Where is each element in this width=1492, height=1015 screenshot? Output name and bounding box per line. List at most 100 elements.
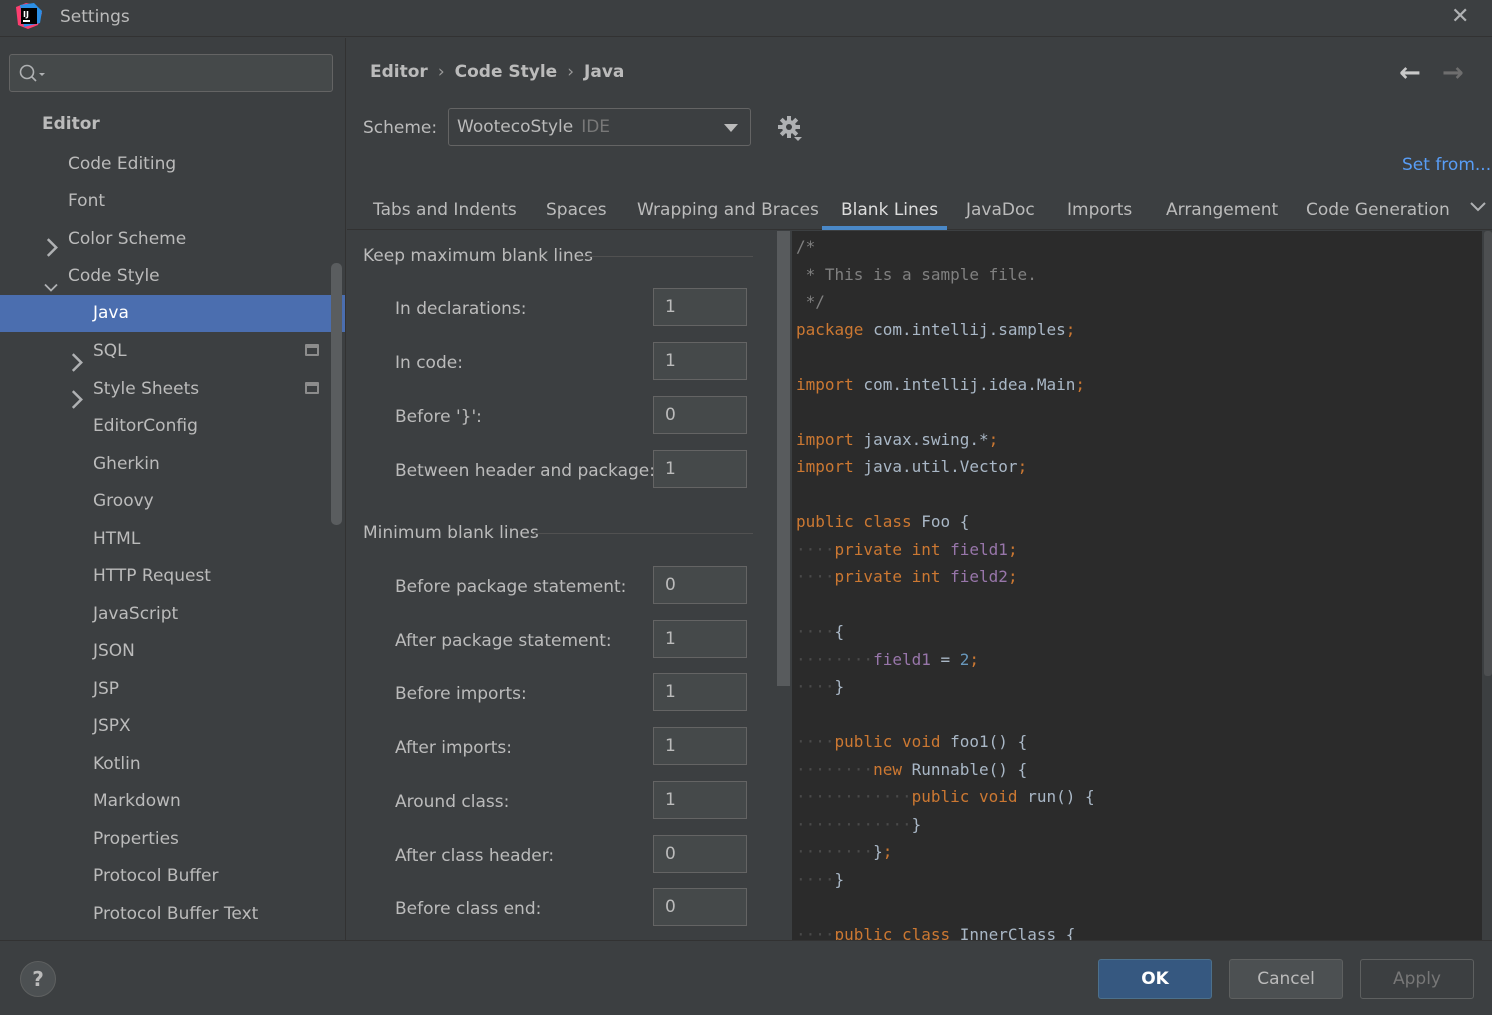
- code-token: import: [796, 457, 854, 476]
- settings-content: Editor › Code Style › Java ← → Scheme: Woote…: [347, 38, 1492, 940]
- sidebar-item-style-sheets[interactable]: Style Sheets: [93, 371, 199, 408]
- blank-lines-form: Keep maximum blank lines In declarations…: [347, 231, 777, 940]
- sidebar-item-sql[interactable]: SQL: [93, 333, 127, 370]
- code-line: * This is a sample file.: [796, 261, 1037, 288]
- before-imports-input[interactable]: 1: [653, 673, 747, 711]
- code-token: 2: [959, 649, 970, 669]
- breadcrumb-editor[interactable]: Editor: [370, 62, 428, 82]
- after-package-input[interactable]: 1: [653, 620, 747, 658]
- field-label: Around class:: [395, 792, 510, 812]
- chevron-right-icon[interactable]: [70, 344, 84, 381]
- settings-sidebar: Editor Code Editing Font Color Scheme Co…: [0, 38, 346, 940]
- set-from-link[interactable]: Set from...: [1402, 155, 1491, 175]
- sidebar-item-json[interactable]: JSON: [93, 633, 135, 670]
- tab-arrangement[interactable]: Arrangement: [1166, 200, 1278, 230]
- code-token: public class: [834, 924, 951, 941]
- after-class-header-input[interactable]: 0: [653, 835, 747, 873]
- tab-tabs-and-indents[interactable]: Tabs and Indents: [373, 200, 517, 230]
- in-code-input[interactable]: 1: [653, 342, 747, 380]
- code-token: ····: [796, 677, 835, 696]
- ok-button[interactable]: OK: [1098, 959, 1212, 999]
- dropdown-caret-icon: [724, 124, 738, 132]
- forward-arrow-icon[interactable]: →: [1442, 58, 1464, 88]
- sidebar-item-protocol-buffer-text[interactable]: Protocol Buffer Text: [93, 896, 258, 933]
- sidebar-item-kotlin[interactable]: Kotlin: [93, 746, 141, 783]
- field-label: Before imports:: [395, 684, 527, 704]
- code-token: com.intellij.idea.Main: [853, 374, 1076, 394]
- code-token: ;: [969, 649, 980, 669]
- gear-icon[interactable]: [777, 115, 803, 143]
- sidebar-item-java[interactable]: Java: [0, 295, 345, 332]
- before-brace-input[interactable]: 0: [653, 396, 747, 434]
- tab-javadoc[interactable]: JavaDoc: [966, 200, 1035, 230]
- search-input[interactable]: [9, 54, 333, 92]
- code-token: /*: [796, 237, 816, 256]
- apply-button[interactable]: Apply: [1360, 959, 1474, 999]
- code-token: ····: [796, 622, 835, 641]
- form-scrollbar[interactable]: [777, 231, 790, 686]
- code-token: com.intellij.samples: [863, 319, 1066, 339]
- code-line: ········};: [796, 838, 892, 865]
- code-line: public class Foo {: [796, 508, 969, 535]
- around-class-input[interactable]: 1: [653, 781, 747, 819]
- title-bar: IJ Settings ✕: [0, 0, 1492, 37]
- sidebar-item-jspx[interactable]: JSPX: [93, 708, 131, 745]
- before-class-end-input[interactable]: 0: [653, 888, 747, 926]
- in-declarations-input[interactable]: 1: [653, 288, 747, 326]
- sidebar-item-code-style[interactable]: Code Style: [68, 258, 160, 295]
- code-token: ····: [796, 869, 835, 889]
- sidebar-item-gherkin[interactable]: Gherkin: [93, 446, 160, 483]
- code-token: }: [873, 842, 883, 861]
- between-header-package-input[interactable]: 1: [653, 450, 747, 488]
- code-token: ;: [1007, 567, 1018, 586]
- field-label: Before package statement:: [395, 577, 627, 597]
- close-icon[interactable]: ✕: [1451, 4, 1469, 29]
- chevron-right-icon[interactable]: [70, 381, 84, 418]
- breadcrumb-code-style[interactable]: Code Style: [455, 62, 558, 82]
- chevron-right-icon[interactable]: [45, 229, 59, 266]
- tab-code-generation[interactable]: Code Generation: [1306, 200, 1450, 230]
- sidebar-item-editor[interactable]: Editor: [42, 106, 100, 143]
- code-line: import javax.swing.*;: [796, 426, 998, 453]
- sidebar-item-html[interactable]: HTML: [93, 521, 140, 558]
- code-preview-scrollbar[interactable]: [1484, 231, 1492, 676]
- scheme-dropdown[interactable]: WootecoStyle IDE: [448, 108, 751, 146]
- tab-spaces[interactable]: Spaces: [546, 200, 607, 230]
- help-button[interactable]: ?: [20, 961, 56, 997]
- code-token: ;: [1075, 374, 1085, 394]
- code-token: =: [930, 649, 960, 669]
- code-line: */: [796, 288, 825, 315]
- cancel-button[interactable]: Cancel: [1229, 959, 1343, 999]
- sidebar-item-groovy[interactable]: Groovy: [93, 483, 154, 520]
- code-line: ············}: [796, 811, 921, 838]
- sidebar-item-protocol-buffer[interactable]: Protocol Buffer: [93, 858, 219, 895]
- sidebar-scrollbar[interactable]: [331, 263, 342, 525]
- before-package-input[interactable]: 0: [653, 566, 747, 604]
- chevron-down-icon[interactable]: [1469, 201, 1487, 213]
- sidebar-item-color-scheme[interactable]: Color Scheme: [68, 221, 186, 258]
- tab-imports[interactable]: Imports: [1067, 200, 1132, 230]
- code-line: ····public void foo1() {: [796, 728, 1027, 755]
- code-token: ;: [882, 842, 893, 861]
- sidebar-item-javascript[interactable]: JavaScript: [93, 596, 178, 633]
- sidebar-item-font[interactable]: Font: [68, 183, 105, 220]
- code-token: }: [834, 869, 845, 889]
- sidebar-item-code-editing[interactable]: Code Editing: [68, 146, 176, 183]
- sidebar-item-http-request[interactable]: HTTP Request: [93, 558, 211, 595]
- code-token: field2: [940, 567, 1008, 586]
- code-preview[interactable]: /* * This is a sample file. */ package co…: [792, 231, 1482, 940]
- group-title-keep-max: Keep maximum blank lines: [363, 246, 593, 266]
- code-token: private int: [834, 539, 941, 559]
- sidebar-item-jsp[interactable]: JSP: [93, 671, 119, 708]
- field-label: After imports:: [395, 738, 512, 758]
- tab-wrapping-and-braces[interactable]: Wrapping and Braces: [637, 200, 819, 230]
- field-label: In declarations:: [395, 299, 527, 319]
- sidebar-item-editorconfig[interactable]: EditorConfig: [93, 408, 198, 445]
- code-token: public void: [834, 732, 941, 751]
- sidebar-item-properties[interactable]: Properties: [93, 821, 179, 858]
- code-token: import: [796, 374, 854, 394]
- after-imports-input[interactable]: 1: [653, 727, 747, 765]
- sidebar-item-markdown[interactable]: Markdown: [93, 783, 181, 820]
- code-token: ;: [1017, 457, 1028, 476]
- back-arrow-icon[interactable]: ←: [1399, 58, 1421, 88]
